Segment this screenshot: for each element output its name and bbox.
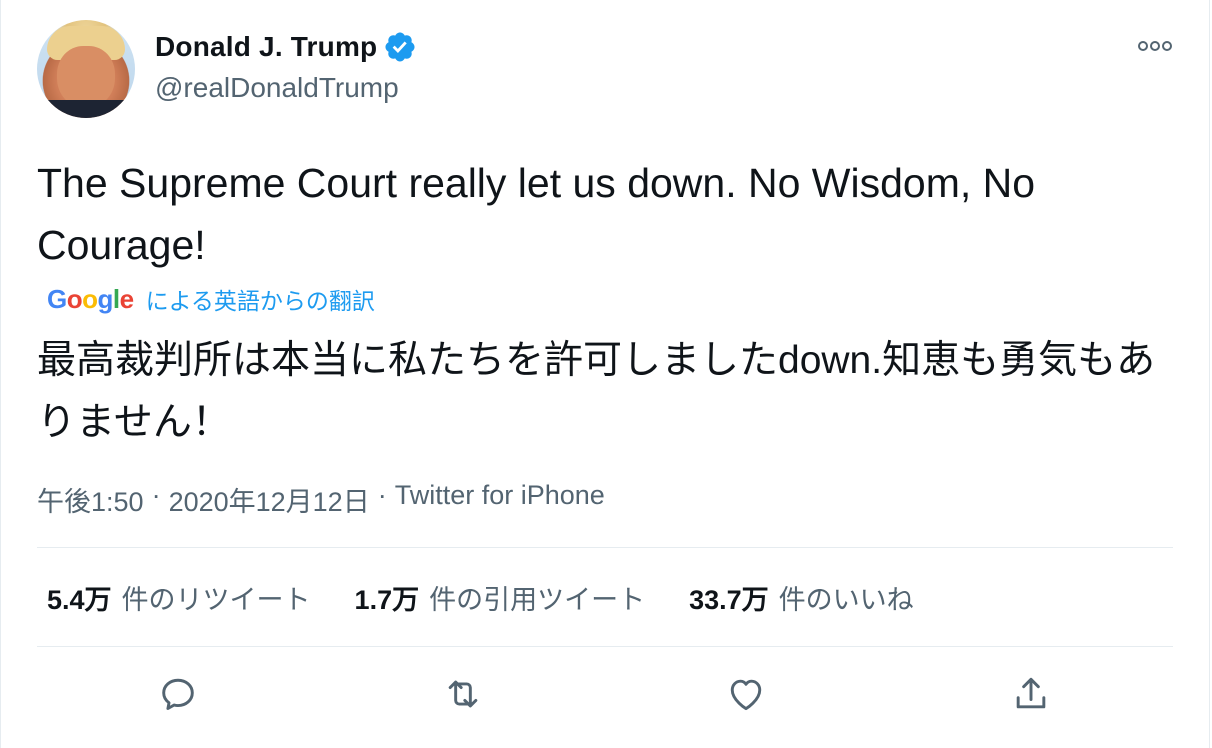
divider xyxy=(37,547,1173,548)
stat-label: 件のいいね xyxy=(778,585,914,615)
stat-count: 5.4万 xyxy=(47,585,112,615)
share-icon xyxy=(1016,677,1046,709)
more-options-icon[interactable] xyxy=(1137,38,1173,54)
retweet-count[interactable]: 5.4万 件のリツイート xyxy=(47,578,311,617)
share-button[interactable] xyxy=(1009,672,1053,716)
tweet-card: Donald J. Trump @realDonaldTrump The Sup… xyxy=(0,0,1210,748)
author-name-row: Donald J. Trump xyxy=(155,30,417,64)
quote-tweet-count[interactable]: 1.7万 件の引用ツイート xyxy=(355,578,646,617)
author-name[interactable]: Donald J. Trump xyxy=(155,31,377,63)
heart-icon xyxy=(730,679,762,711)
tweet-metadata: 午後1:50 · 2020年12月12日 · Twitter for iPhon… xyxy=(37,480,605,519)
tweet-time[interactable]: 午後1:50 xyxy=(37,480,144,519)
translation-label: による英語からの翻訳 xyxy=(145,288,375,314)
stat-label: 件の引用ツイート xyxy=(429,585,646,615)
avatar-suit xyxy=(37,100,135,118)
reply-button[interactable] xyxy=(156,672,200,716)
engagement-stats: 5.4万 件のリツイート 1.7万 件の引用ツイート 33.7万 件のいいね xyxy=(47,578,958,617)
author-avatar[interactable] xyxy=(37,20,135,118)
retweet-button[interactable] xyxy=(441,672,485,716)
stat-count: 33.7万 xyxy=(689,585,769,615)
tweet-date[interactable]: 2020年12月12日 xyxy=(169,480,370,519)
google-logo: Google xyxy=(47,283,134,314)
like-button[interactable] xyxy=(724,672,768,716)
translated-tweet-text: 最高裁判所は本当に私たちを許可しましたdown.知恵も勇気もありません！ xyxy=(37,339,1156,444)
stat-label: 件のリツイート xyxy=(121,585,311,615)
stat-count: 1.7万 xyxy=(354,585,420,615)
tweet-source[interactable]: Twitter for iPhone xyxy=(395,480,605,519)
meta-separator: · xyxy=(151,480,161,510)
reply-icon xyxy=(162,678,194,710)
like-count[interactable]: 33.7万 件のいいね xyxy=(689,578,914,617)
action-bar xyxy=(1,672,1212,722)
retweet-icon xyxy=(448,680,478,708)
translation-attribution[interactable]: Google による英語からの翻訳 xyxy=(47,282,375,316)
avatar-face xyxy=(57,46,115,108)
tweet-text: The Supreme Court really let us down. No… xyxy=(37,160,1036,268)
author-handle[interactable]: @realDonaldTrump xyxy=(155,72,399,104)
verified-badge-icon xyxy=(385,32,415,62)
meta-separator: · xyxy=(377,480,387,510)
divider xyxy=(37,646,1173,647)
